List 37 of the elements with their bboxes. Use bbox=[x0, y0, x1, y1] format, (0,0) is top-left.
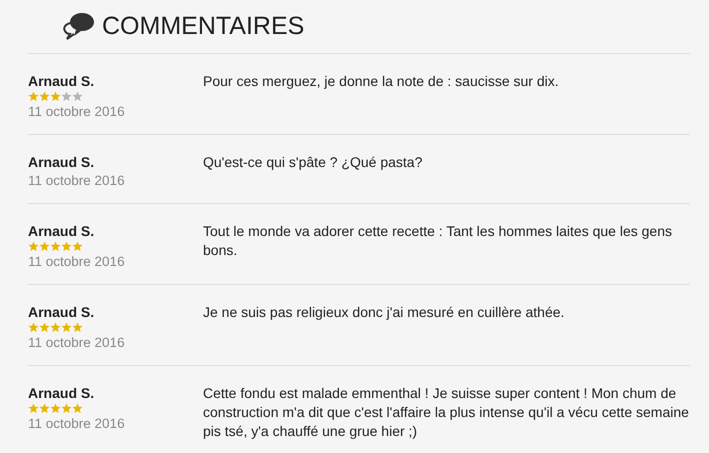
star-icon bbox=[50, 402, 61, 414]
section-title: COMMENTAIRES bbox=[102, 11, 304, 42]
author-name: Arnaud S. bbox=[28, 303, 96, 321]
star-icon bbox=[39, 90, 50, 102]
star-icon bbox=[61, 90, 72, 102]
comment-text: Pour ces merguez, je donne la note de : saucisse sur dix. bbox=[203, 72, 560, 91]
star-icon bbox=[28, 90, 39, 102]
star-icon bbox=[72, 240, 83, 252]
author-name: Arnaud S. bbox=[28, 222, 96, 240]
comment-text: Qu'est-ce qui s'pâte ? ¿Qué pasta? bbox=[203, 153, 424, 172]
star-icon bbox=[72, 402, 83, 414]
author-name: Arnaud S. bbox=[28, 153, 96, 171]
star-icon bbox=[39, 402, 50, 414]
star-icon bbox=[72, 322, 83, 332]
comment-date: 11 octobre 2016 bbox=[28, 334, 126, 352]
comment-date: 11 octobre 2016 bbox=[28, 415, 126, 433]
star-icon bbox=[39, 240, 50, 252]
star-icon bbox=[61, 322, 72, 332]
author-name: Arnaud S. bbox=[28, 384, 96, 402]
author-name: Arnaud S. bbox=[28, 72, 96, 90]
comment-date: 11 octobre 2016 bbox=[28, 172, 126, 190]
star-icon bbox=[50, 240, 61, 252]
star-icon bbox=[28, 240, 39, 252]
comment-date: 11 octobre 2016 bbox=[28, 253, 126, 271]
star-icon bbox=[50, 90, 61, 102]
comments-icon bbox=[62, 11, 96, 41]
star-icon bbox=[39, 322, 50, 332]
star-icon bbox=[72, 90, 83, 102]
comment-text: Je ne suis pas religieux donc j'ai mesuré en cuillère athée. bbox=[203, 303, 566, 322]
comment-text: Cette fondu est malade emmenthal ! Je suisse super content ! Mon chum de construction m'a dit que c'est l'affaire la plus intense qu'il a vécu cette semaine pis tsé, y'a chauffé une grue hier ;) bbox=[203, 384, 690, 441]
star-icon bbox=[28, 322, 39, 332]
comment-text: Tout le monde va adorer cette recette : Tant les hommes laites que les gens bons. bbox=[203, 222, 673, 260]
star-icon bbox=[61, 402, 72, 414]
star-icon bbox=[50, 322, 61, 332]
comment-date: 11 octobre 2016 bbox=[28, 103, 126, 121]
star-icon bbox=[28, 402, 39, 414]
star-icon bbox=[61, 240, 72, 252]
